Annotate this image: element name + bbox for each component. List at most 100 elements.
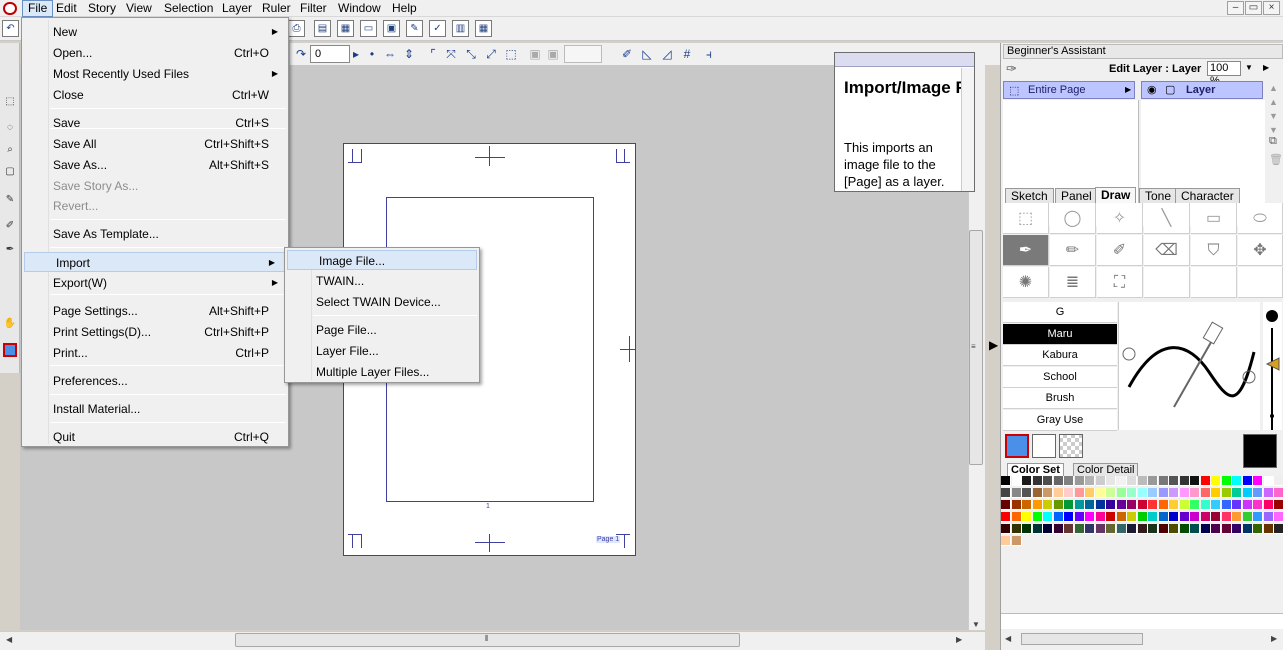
palette-swatch[interactable]	[1253, 476, 1263, 486]
tab-color-set[interactable]: Color Set	[1007, 463, 1064, 476]
tab-tone[interactable]: Tone	[1139, 188, 1178, 203]
rect-select-icon[interactable]: ⬚	[1003, 203, 1049, 234]
angle-ruler-icon[interactable]: ◿	[660, 46, 674, 62]
palette-swatch[interactable]	[1011, 500, 1022, 510]
menu-story[interactable]: Story	[83, 0, 121, 17]
import-menu-item-layer-file[interactable]: Layer File...	[285, 341, 479, 361]
help-titlebar[interactable]	[835, 53, 974, 67]
palette-swatch[interactable]	[1064, 476, 1074, 486]
palette-swatch[interactable]	[1169, 500, 1179, 510]
transparent-swatch[interactable]	[1059, 434, 1083, 458]
restore-button[interactable]: ▭	[1245, 1, 1262, 15]
palette-swatch[interactable]	[1190, 488, 1200, 498]
palette-swatch[interactable]	[1190, 524, 1200, 534]
tab-character[interactable]: Character	[1175, 188, 1240, 203]
palette-swatch[interactable]	[1074, 524, 1085, 534]
file-menu-item-close[interactable]: Close Ctrl+W	[22, 85, 288, 105]
palette-swatch[interactable]	[1179, 524, 1190, 534]
zoom-play-icon[interactable]: ▶	[1263, 63, 1269, 72]
palette-swatch[interactable]	[1232, 512, 1242, 522]
palette-swatch[interactable]	[1064, 500, 1074, 510]
rectangle-tool-icon[interactable]: ▭	[1191, 203, 1237, 234]
menu-ruler[interactable]: Ruler	[257, 0, 296, 17]
marker-icon[interactable]: ✒	[3, 243, 17, 257]
stamp-icon[interactable]: ⛶	[1097, 267, 1143, 298]
file-menu-item-open[interactable]: Open... Ctrl+O	[22, 43, 288, 63]
palette-swatch[interactable]	[1022, 500, 1032, 510]
import-menu-item-select-twain-device[interactable]: Select TWAIN Device...	[285, 292, 479, 312]
marquee-icon[interactable]: ⬚	[3, 95, 17, 109]
flip-horizontal-icon[interactable]: ⇔	[382, 46, 398, 62]
palette-swatch[interactable]	[1221, 476, 1232, 486]
app-icon[interactable]	[3, 2, 17, 15]
file-menu-item-save-all[interactable]: Save All Ctrl+Shift+S	[22, 134, 288, 154]
palette-swatch[interactable]	[1116, 488, 1127, 498]
flip-vertical-icon[interactable]: ⇕	[402, 46, 416, 62]
color-grid-icon[interactable]: ▦	[475, 20, 492, 37]
palette-swatch[interactable]	[1263, 524, 1274, 534]
menu-view[interactable]: View	[121, 0, 157, 17]
menu-filter[interactable]: Filter	[295, 0, 332, 17]
palette-swatch[interactable]	[1221, 524, 1232, 534]
palette-swatch[interactable]	[1022, 512, 1032, 522]
palette-swatch[interactable]	[1032, 524, 1043, 534]
tab-color-detail[interactable]: Color Detail	[1073, 463, 1139, 476]
palette-swatch[interactable]	[1148, 524, 1158, 534]
palette-swatch[interactable]	[1253, 512, 1263, 522]
palette-swatch[interactable]	[1148, 512, 1158, 522]
palette-swatch[interactable]	[1011, 536, 1022, 546]
palette-swatch[interactable]	[1179, 512, 1190, 522]
frame-icon[interactable]: ▢	[3, 165, 17, 179]
palette-swatch[interactable]	[1169, 524, 1179, 534]
palette-swatch[interactable]	[1022, 524, 1032, 534]
palette-swatch[interactable]	[1148, 488, 1158, 498]
delete-layer-icon[interactable]: 🗑	[1269, 153, 1283, 166]
palette-swatch[interactable]	[1116, 512, 1127, 522]
palette-swatch[interactable]	[1074, 488, 1085, 498]
pencil-icon[interactable]: ✏	[1050, 235, 1096, 266]
file-menu-item-print[interactable]: Print... Ctrl+P	[22, 343, 288, 363]
triangle-ruler-icon[interactable]: ◺	[640, 46, 654, 62]
palette-swatch[interactable]	[1064, 512, 1074, 522]
palette-swatch[interactable]	[1232, 476, 1242, 486]
menu-edit[interactable]: Edit	[51, 0, 82, 17]
scroll-down-icon[interactable]: ▼	[972, 620, 980, 629]
palette-swatch[interactable]	[1095, 512, 1106, 522]
eraser-icon[interactable]: ⌫	[1144, 235, 1190, 266]
palette-swatch[interactable]	[1116, 476, 1127, 486]
fill-icon[interactable]: ⛉	[1191, 235, 1237, 266]
palette-swatch[interactable]	[1011, 512, 1022, 522]
file-menu-item-import[interactable]: Import ▶	[24, 252, 286, 272]
corner-icon[interactable]: ⌜	[426, 46, 440, 62]
help-scrollbar[interactable]	[961, 68, 974, 191]
brush-maru[interactable]: Maru	[1003, 324, 1117, 345]
right-scroll-right-icon[interactable]: ▶	[1271, 634, 1277, 643]
palette-swatch[interactable]	[1064, 524, 1074, 534]
palette-swatch[interactable]	[1085, 500, 1095, 510]
tab-panel[interactable]: Panel	[1055, 188, 1098, 203]
palette-swatch[interactable]	[1200, 476, 1211, 486]
palette-swatch[interactable]	[1190, 512, 1200, 522]
speed-lines-icon[interactable]: ≣	[1050, 267, 1096, 298]
import-menu-item-image-file[interactable]: Image File...	[287, 250, 477, 270]
palette-swatch[interactable]	[1022, 476, 1032, 486]
palette-swatch[interactable]	[1242, 500, 1253, 510]
pen-settings-icon[interactable]: ✑	[1006, 61, 1017, 77]
palette-slots[interactable]	[1001, 613, 1283, 629]
palette-swatch[interactable]	[1001, 524, 1011, 534]
palette-swatch[interactable]	[1263, 488, 1274, 498]
file-menu-item-save-as[interactable]: Save As... Alt+Shift+S	[22, 155, 288, 175]
import-menu-item-multiple-layer-files[interactable]: Multiple Layer Files...	[285, 362, 479, 382]
palette-swatch[interactable]	[1106, 500, 1116, 510]
palette-swatch[interactable]	[1001, 476, 1011, 486]
lasso-select-icon[interactable]: ◯	[1050, 203, 1096, 234]
play-icon[interactable]: ▸	[350, 46, 362, 62]
brush-icon[interactable]: ✐	[3, 219, 17, 233]
palette-swatch[interactable]	[1169, 488, 1179, 498]
page-view-icon[interactable]: ▤	[314, 20, 331, 37]
brush-brush[interactable]: Brush	[1003, 388, 1117, 409]
zoom-icon[interactable]: ⌕	[3, 143, 17, 157]
palette-swatch[interactable]	[1106, 488, 1116, 498]
check-icon[interactable]: ✓	[429, 20, 446, 37]
palette-swatch[interactable]	[1263, 512, 1274, 522]
